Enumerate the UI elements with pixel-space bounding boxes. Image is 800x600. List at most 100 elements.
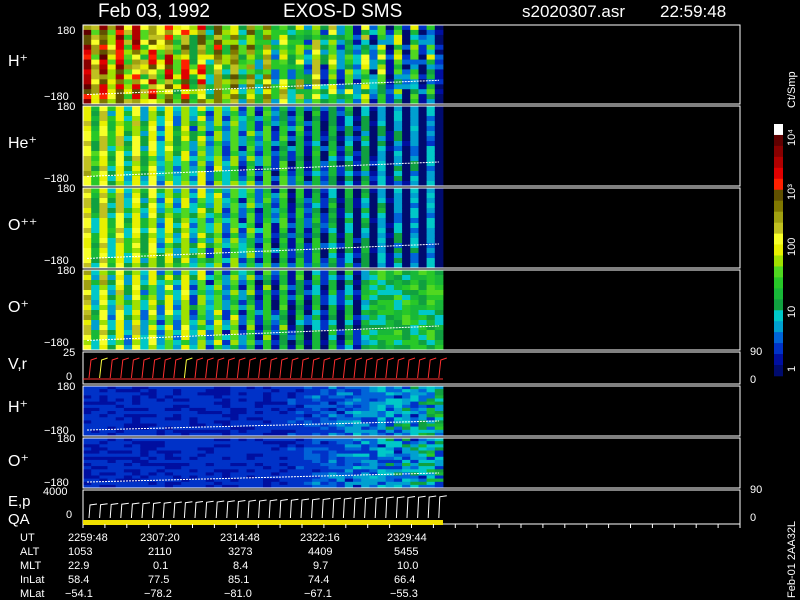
heatmap-cell (361, 315, 370, 321)
heatmap-cell (205, 340, 215, 346)
heatmap-cell (344, 453, 354, 458)
heatmap-cell (295, 208, 305, 214)
heatmap-cell (132, 450, 141, 454)
heatmap-cell (353, 166, 362, 172)
heatmap-cell (434, 466, 444, 470)
heatmap-cell (123, 426, 133, 431)
heatmap-cell (344, 407, 354, 412)
heatmap-cell (115, 64, 125, 70)
heatmap-cell (197, 481, 207, 486)
heatmap-cell (230, 151, 239, 157)
heatmap-cell (410, 258, 419, 264)
header-date: Feb 03, 1992 (98, 1, 210, 22)
heatmap-cell (320, 320, 329, 326)
heatmap-cell (213, 275, 223, 281)
heatmap-cell (238, 193, 248, 199)
heatmap-cell (197, 320, 207, 326)
heatmap-cell (197, 453, 207, 458)
heatmap-cell (385, 188, 395, 194)
heatmap-cell (156, 208, 166, 214)
heatmap-cell (287, 59, 297, 65)
heatmap-cell (426, 475, 436, 479)
heatmap-cell (320, 466, 329, 470)
heatmap-cell (287, 325, 297, 331)
heatmap-cell (344, 146, 354, 152)
heatmap-cell (393, 49, 403, 55)
heatmap-cell (230, 198, 239, 204)
heatmap-cell (263, 243, 272, 249)
heatmap-cell (222, 426, 231, 431)
heatmap-cell (123, 161, 133, 167)
heatmap-cell (173, 34, 182, 41)
heatmap-cell (132, 258, 141, 264)
heatmap-cell (148, 203, 158, 209)
heatmap-cell (213, 300, 223, 306)
heatmap-cell (393, 141, 403, 147)
heatmap-cell (148, 389, 158, 393)
heatmap-cell (189, 111, 198, 117)
heatmap-cell (91, 275, 100, 281)
heatmap-cell (140, 223, 149, 229)
heatmap-cell (303, 25, 313, 31)
heatmap-cell (303, 218, 313, 224)
heatmap-cell (393, 193, 403, 199)
heatmap-cell (312, 469, 321, 473)
heatmap-cell (353, 395, 362, 399)
heatmap-cell (361, 25, 370, 31)
heatmap-cell (402, 193, 411, 199)
heatmap-cell (91, 426, 100, 431)
heatmap-cell (418, 228, 428, 234)
ephem-cell: 3273 (228, 546, 252, 558)
heatmap-cell (205, 121, 215, 127)
heatmap-cell (83, 238, 92, 244)
heatmap-cell (418, 280, 428, 286)
heatmap-cell (123, 325, 133, 331)
heatmap-cell (140, 126, 149, 132)
heatmap-cell (140, 270, 149, 276)
heatmap-cell (353, 213, 362, 219)
heatmap-cell (140, 188, 149, 194)
heatmap-cell (271, 146, 280, 152)
heatmap-cell (148, 407, 158, 412)
heatmap-cell (99, 238, 108, 244)
heatmap-cell (328, 472, 338, 476)
heatmap-cell (328, 395, 338, 399)
heatmap-cell (393, 270, 403, 276)
colorbar-tick-1000: 10³ (786, 184, 798, 200)
heatmap-cell (353, 258, 362, 264)
heatmap-cell (181, 389, 190, 393)
heatmap-cell (246, 188, 256, 194)
heatmap-cell (434, 407, 444, 412)
heatmap-cell (140, 453, 149, 458)
heatmap-cell (320, 136, 329, 142)
heatmap-cell (189, 389, 198, 393)
heatmap-cell (197, 233, 207, 239)
heatmap-cell (418, 330, 428, 336)
heatmap-cell (132, 300, 141, 306)
heatmap-cell (279, 116, 288, 122)
heatmap-cell (279, 398, 288, 402)
heatmap-cell (213, 258, 223, 264)
heatmap-cell (107, 420, 117, 424)
heatmap-cell (181, 275, 190, 281)
heatmap-cell (148, 392, 158, 396)
heatmap-cell (279, 270, 288, 276)
heatmap-cell (140, 285, 149, 291)
heatmap-cell (410, 146, 419, 152)
heatmap-cell (410, 84, 419, 90)
heatmap-cell (434, 39, 444, 46)
heatmap-cell (132, 290, 141, 296)
heatmap-cell (295, 340, 305, 346)
heatmap-cell (402, 456, 411, 461)
heatmap-cell (353, 121, 362, 127)
heatmap-cell (393, 459, 403, 464)
heatmap-cell (181, 456, 190, 461)
heatmap-cell (140, 198, 149, 204)
heatmap-cell (271, 478, 280, 483)
heatmap-cell (426, 472, 436, 476)
heatmap-cell (320, 74, 329, 80)
heatmap-cell (91, 404, 100, 409)
ephem-cell: 2329:44 (387, 532, 427, 544)
heatmap-cell (279, 414, 288, 418)
heatmap-cell (91, 305, 100, 311)
